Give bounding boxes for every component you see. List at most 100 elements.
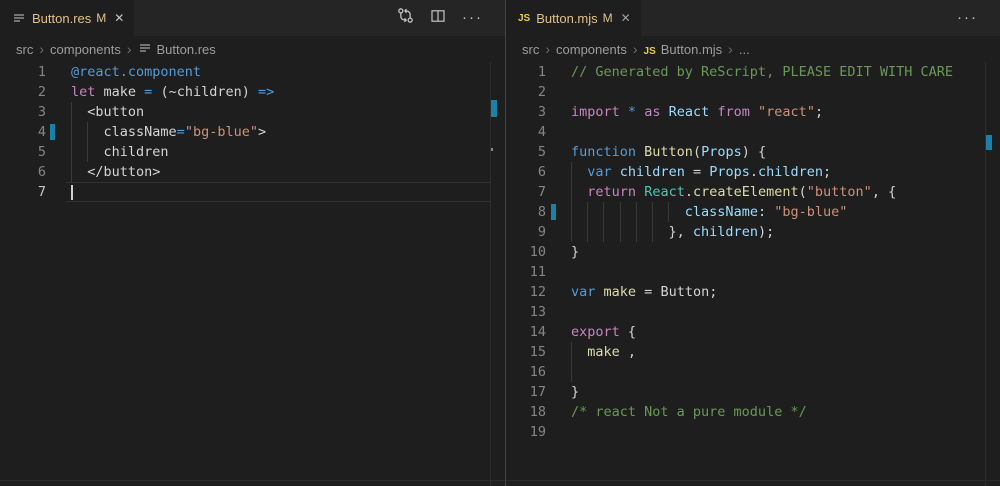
code-line[interactable]: 16: [506, 362, 1000, 382]
code-token: ,: [620, 344, 636, 360]
code-token: ;: [823, 164, 831, 180]
editor-group-right: JS Button.mjs M ✕ ··· src›components›JSB…: [506, 0, 1000, 486]
line-number: 7: [0, 182, 46, 202]
ellipsis-icon: ···: [957, 9, 978, 27]
breadcrumb-item[interactable]: components: [50, 42, 121, 57]
code-token: =: [177, 124, 185, 140]
code-line[interactable]: 11: [506, 262, 1000, 282]
code-token: [571, 344, 587, 360]
code-line[interactable]: 2: [506, 82, 1000, 102]
line-number: 11: [506, 262, 546, 282]
code-token: Props: [701, 144, 742, 160]
code-token: children: [620, 164, 685, 180]
code-line[interactable]: 19: [506, 422, 1000, 442]
code-text: var make = Button;: [571, 282, 717, 302]
code-token: var: [571, 284, 595, 300]
breadcrumb: src›components›Button.res: [0, 36, 505, 62]
code-token: var: [587, 164, 611, 180]
code-line[interactable]: 15 make ,: [506, 342, 1000, 362]
code-line[interactable]: 7: [0, 182, 505, 202]
code-line[interactable]: 3import * as React from "react";: [506, 102, 1000, 122]
modified-badge: M: [96, 11, 106, 25]
close-icon[interactable]: ✕: [114, 11, 124, 25]
breadcrumb-separator: ›: [633, 41, 638, 57]
tab-title: Button.mjs: [536, 11, 597, 26]
code-token: "bg-blue": [774, 204, 847, 220]
code-token: make: [604, 284, 637, 300]
res-file-icon: [12, 11, 26, 25]
code-line[interactable]: 5function Button(Props) {: [506, 142, 1000, 162]
code-token: make: [95, 84, 144, 100]
code-token: <button: [71, 104, 144, 120]
breadcrumb-separator: ›: [39, 41, 44, 57]
code-line[interactable]: 4: [506, 122, 1000, 142]
editor-group-left: Button.res M ✕ ··· src›components›Button…: [0, 0, 505, 486]
code-line[interactable]: 3 <button: [0, 102, 505, 122]
editor-group-sash[interactable]: [505, 0, 506, 486]
breadcrumb-separator: ›: [545, 41, 550, 57]
line-number: 8: [506, 202, 546, 222]
code-token: from: [717, 104, 750, 120]
indent-guide: [571, 362, 572, 382]
code-text: let make = (~children) =>: [71, 82, 274, 102]
code-token: [571, 204, 685, 220]
code-token: Button: [644, 144, 693, 160]
code-line[interactable]: 10}: [506, 242, 1000, 262]
breadcrumb-item[interactable]: components: [556, 42, 627, 57]
code-token: , {: [872, 184, 896, 200]
breadcrumb-item[interactable]: ...: [739, 42, 750, 57]
tab-button-mjs[interactable]: JS Button.mjs M ✕: [506, 0, 641, 36]
close-icon[interactable]: ✕: [621, 11, 631, 25]
code-token: className: [71, 124, 177, 140]
line-number: 16: [506, 362, 546, 382]
code-line[interactable]: 18/* react Not a pure module */: [506, 402, 1000, 422]
line-number: 12: [506, 282, 546, 302]
line-number: 19: [506, 422, 546, 442]
code-line[interactable]: 9 }, children);: [506, 222, 1000, 242]
code-line[interactable]: 8 className: "bg-blue": [506, 202, 1000, 222]
breadcrumb-item[interactable]: src: [522, 42, 539, 57]
more-actions-button[interactable]: ···: [462, 9, 483, 27]
breadcrumb-item[interactable]: Button.res: [138, 41, 216, 58]
more-actions-button[interactable]: ···: [957, 9, 978, 27]
tab-button-res[interactable]: Button.res M ✕: [0, 0, 134, 36]
line-number: 6: [506, 162, 546, 182]
overview-ruler[interactable]: [985, 62, 1000, 486]
code-token: React: [669, 104, 710, 120]
breadcrumb-item[interactable]: src: [16, 42, 33, 57]
line-number: 10: [506, 242, 546, 262]
js-file-icon: JS: [644, 42, 656, 57]
code-token: return: [587, 184, 636, 200]
code-line[interactable]: 17}: [506, 382, 1000, 402]
code-line[interactable]: 13: [506, 302, 1000, 322]
overview-ruler[interactable]: [490, 62, 505, 486]
code-token: =: [636, 284, 660, 300]
breadcrumb-label: ...: [739, 42, 750, 57]
code-text: className="bg-blue">: [71, 122, 266, 142]
code-line[interactable]: 14export {: [506, 322, 1000, 342]
code-line[interactable]: 12 var make = Button;: [506, 282, 1000, 302]
code-line[interactable]: 1@react.component: [0, 62, 505, 82]
code-lines: 1// Generated by ReScript, PLEASE EDIT W…: [506, 62, 1000, 442]
code-token: );: [758, 224, 774, 240]
code-line[interactable]: 6 var children = Props.children;: [506, 162, 1000, 182]
breadcrumb-item[interactable]: JSButton.mjs: [644, 42, 723, 57]
vscode-window: Button.res M ✕ ··· src › components › Button…: [0, 0, 1000, 486]
ruler-mark-modified: [491, 100, 497, 117]
code-line[interactable]: 6 </button>: [0, 162, 505, 182]
compare-changes-icon: [397, 7, 414, 29]
breadcrumb-label: Button.res: [157, 42, 216, 57]
open-changes-button[interactable]: [397, 7, 414, 29]
code-line[interactable]: 4 className="bg-blue">: [0, 122, 505, 142]
code-line[interactable]: 1// Generated by ReScript, PLEASE EDIT W…: [506, 62, 1000, 82]
code-token: /* react Not a pure module */: [571, 404, 807, 420]
breadcrumb-label: components: [556, 42, 627, 57]
code-text: var children = Props.children;: [571, 162, 831, 182]
code-line[interactable]: 5 children: [0, 142, 505, 162]
code-line[interactable]: 2let make = (~children) =>: [0, 82, 505, 102]
code-token: [750, 104, 758, 120]
code-line[interactable]: 7 return React.createElement("button", {: [506, 182, 1000, 202]
code-token: (~children): [152, 84, 258, 100]
split-editor-button[interactable]: [430, 8, 446, 29]
tab-bar-left: Button.res M ✕ ···: [0, 0, 505, 36]
